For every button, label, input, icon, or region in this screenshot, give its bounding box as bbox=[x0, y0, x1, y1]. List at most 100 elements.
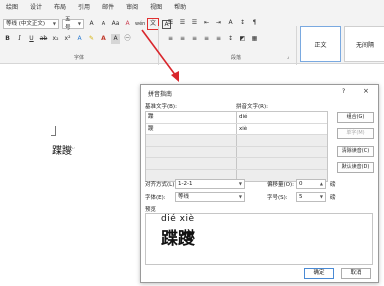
font-name-combo[interactable]: 等线 (中文正文) ▼ bbox=[3, 19, 59, 29]
increase-indent-icon[interactable]: ⇥ bbox=[214, 18, 223, 28]
distributed-icon[interactable]: ≡ bbox=[214, 34, 223, 44]
help-icon[interactable]: ? bbox=[342, 88, 345, 95]
phonetic-guide-dialog: 拼音指南 ? × 基准文字(B): 拼音文字(R): 蹀 dié 躞 xiè 组… bbox=[140, 84, 379, 283]
ruby-font-value: 等线 bbox=[178, 194, 190, 200]
ribbon-tab-bar: 绘图 设计 布局 引用 邮件 审阅 视图 帮助 bbox=[0, 0, 384, 12]
tab-mailings[interactable]: 邮件 bbox=[96, 2, 120, 11]
shrink-font-icon[interactable]: A bbox=[99, 19, 108, 29]
preview-label: 预览 bbox=[145, 207, 157, 213]
align-right-icon[interactable]: ≡ bbox=[190, 34, 199, 44]
shading-icon[interactable]: ◩ bbox=[238, 34, 247, 44]
base-text-label: 基准文字(B): bbox=[145, 104, 177, 110]
font-label: 字体(E): bbox=[145, 195, 166, 201]
font-group-label: 字体 bbox=[74, 55, 85, 61]
tab-layout[interactable]: 布局 bbox=[48, 2, 72, 11]
ok-button[interactable]: 确定 bbox=[304, 268, 334, 279]
base-text-field bbox=[146, 146, 237, 157]
ruby-text-label: 拼音文字(R): bbox=[236, 104, 268, 110]
highlight-icon[interactable]: ✎ bbox=[87, 34, 96, 44]
alignment-value: 1-2-1 bbox=[178, 181, 193, 187]
group-divider bbox=[296, 26, 297, 66]
size-unit: 磅 bbox=[330, 195, 336, 201]
spinner-arrows-icon: ▲ bbox=[319, 181, 323, 186]
sort-icon[interactable]: ↕ bbox=[238, 18, 247, 28]
subscript-icon[interactable]: x₂ bbox=[51, 34, 60, 44]
enclose-characters-icon[interactable]: ㊀ bbox=[123, 34, 132, 44]
ruby-text-field[interactable]: dié bbox=[237, 112, 327, 123]
style-no-spacing[interactable]: 无间隔 bbox=[344, 26, 384, 62]
chevron-down-icon: ▼ bbox=[52, 21, 56, 26]
underline-icon[interactable]: U bbox=[27, 34, 36, 44]
offset-spinner[interactable]: 0 ▲ bbox=[296, 179, 326, 189]
alignment-label: 对齐方式(L): bbox=[145, 182, 177, 188]
close-icon[interactable]: × bbox=[363, 87, 369, 95]
grid-row bbox=[146, 135, 327, 147]
preview-box: dié xiè 蹀躞 bbox=[145, 213, 373, 265]
tab-references[interactable]: 引用 bbox=[72, 2, 96, 11]
grow-font-icon[interactable]: A bbox=[87, 19, 96, 29]
default-ruby-button[interactable]: 默认读音(D) bbox=[337, 162, 374, 173]
character-shading-icon[interactable]: A bbox=[111, 34, 120, 44]
annotation-arrow-icon bbox=[141, 29, 179, 82]
chevron-down-icon: ▼ bbox=[77, 21, 81, 26]
chevron-down-icon: ▼ bbox=[238, 194, 242, 199]
preview-base: 蹀躞 bbox=[161, 229, 195, 249]
alignment-select[interactable]: 1-2-1 ▼ bbox=[175, 179, 245, 189]
grid-row: 躞 xiè bbox=[146, 123, 327, 135]
document-word: 蹀躞 bbox=[52, 146, 72, 157]
paragraph-launcher-icon[interactable]: ⌟ bbox=[287, 54, 289, 60]
combine-button[interactable]: 组合(G) bbox=[337, 112, 374, 123]
document-text[interactable]: 蹀躞↵ bbox=[52, 142, 75, 157]
ruby-size-select[interactable]: 5 ▼ bbox=[296, 192, 326, 202]
tab-draw[interactable]: 绘图 bbox=[0, 2, 24, 11]
base-text-field bbox=[146, 135, 237, 146]
cancel-button[interactable]: 取消 bbox=[341, 268, 371, 279]
ruby-text-field bbox=[237, 146, 327, 157]
chinese-layout-icon[interactable]: A bbox=[226, 18, 235, 28]
tab-review[interactable]: 审阅 bbox=[120, 2, 144, 11]
offset-unit: 磅 bbox=[330, 182, 336, 188]
base-text-field[interactable]: 蹀 bbox=[146, 112, 237, 123]
ruby-font-select[interactable]: 等线 ▼ bbox=[175, 192, 245, 202]
bold-icon[interactable]: B bbox=[3, 34, 12, 44]
font-name-value: 等线 (中文正文) bbox=[6, 21, 46, 27]
size-label: 字号(S): bbox=[267, 195, 288, 201]
phonetic-grid: 蹀 dié 躞 xiè bbox=[145, 111, 328, 182]
font-size-combo[interactable]: 五号 ▼ bbox=[62, 17, 84, 31]
font-color-icon[interactable]: A bbox=[99, 34, 108, 44]
font-size-value: 五号 bbox=[65, 17, 71, 31]
show-marks-icon[interactable]: ¶ bbox=[250, 18, 259, 28]
italic-icon[interactable]: I bbox=[15, 34, 24, 44]
multilevel-list-icon[interactable]: ☰ bbox=[190, 18, 199, 28]
decrease-indent-icon[interactable]: ⇤ bbox=[202, 18, 211, 28]
grid-row: 蹀 dié bbox=[146, 112, 327, 124]
justify-icon[interactable]: ≡ bbox=[202, 34, 211, 44]
base-text-field[interactable]: 躞 bbox=[146, 123, 237, 134]
numbering-icon[interactable]: ☰ bbox=[178, 18, 187, 28]
strikethrough-icon[interactable]: ab bbox=[39, 34, 48, 44]
ruby-text-field bbox=[237, 158, 327, 169]
tab-help[interactable]: 帮助 bbox=[168, 2, 192, 11]
ribbon: 等线 (中文正文) ▼ 五号 ▼ A A Aa A wén 文 A B I U ab… bbox=[0, 12, 384, 66]
grid-row bbox=[146, 146, 327, 158]
base-text-field bbox=[146, 158, 237, 169]
ruby-text-field[interactable]: xiè bbox=[237, 124, 327, 135]
clear-formatting-icon[interactable]: A bbox=[123, 19, 132, 29]
clear-ruby-button[interactable]: 清除读音(C) bbox=[337, 146, 374, 157]
tab-design[interactable]: 设计 bbox=[24, 2, 48, 11]
dialog-title: 拼音指南 bbox=[148, 91, 173, 98]
chevron-down-icon: ▼ bbox=[238, 181, 242, 186]
margin-corner-mark bbox=[51, 126, 56, 136]
text-effects-icon[interactable]: A bbox=[75, 34, 84, 44]
chevron-down-icon: ▼ bbox=[319, 194, 323, 199]
superscript-icon[interactable]: x² bbox=[63, 34, 72, 44]
line-spacing-icon[interactable]: ↕ bbox=[226, 34, 235, 44]
style-normal[interactable]: 正文 bbox=[300, 26, 341, 62]
bullets-icon[interactable]: ☰ bbox=[166, 18, 175, 28]
change-case-icon[interactable]: Aa bbox=[111, 19, 120, 29]
single-char-button[interactable]: 单字(M) bbox=[337, 128, 374, 139]
borders-icon[interactable]: ▦ bbox=[250, 34, 259, 44]
font-row-2: B I U ab x₂ x² A ✎ A A ㊀ bbox=[3, 34, 132, 44]
preview-ruby: dié xiè bbox=[161, 214, 195, 224]
tab-view[interactable]: 视图 bbox=[144, 2, 168, 11]
